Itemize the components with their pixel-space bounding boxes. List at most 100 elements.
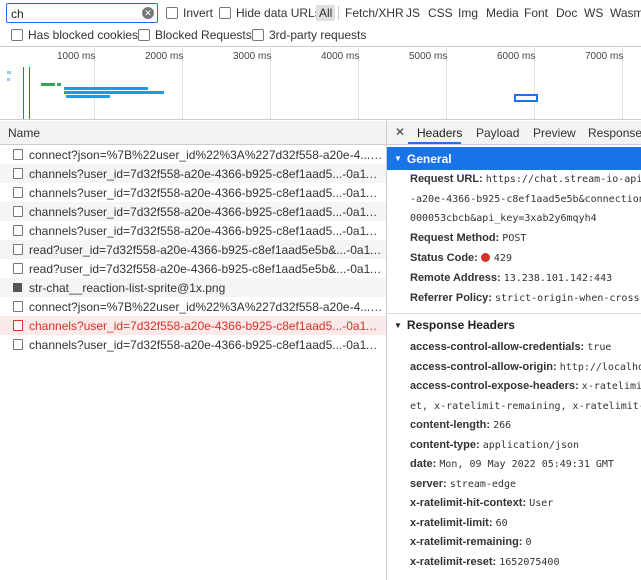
type-filter-wasm[interactable]: Wasm (607, 5, 641, 21)
filter-search-box[interactable]: ✕ (6, 3, 158, 23)
overview-bar (7, 78, 10, 81)
hide-data-urls-label: Hide data URLs (236, 6, 321, 20)
request-name: connect?json=%7B%22user_id%22%3A%227d32f… (29, 147, 383, 162)
request-row[interactable]: read?user_id=7d32f558-a20e-4366-b925-c8e… (0, 259, 386, 278)
third-party-requests-checkbox[interactable]: 3rd-party requests (252, 28, 366, 42)
blocked-requests-checkbox-box[interactable] (138, 29, 150, 41)
tick-label: 5000 ms (409, 51, 448, 62)
request-name: channels?user_id=7d32f558-a20e-4366-b925… (29, 223, 383, 238)
type-filter-js[interactable]: JS (403, 5, 423, 21)
error-status-icon (480, 253, 490, 262)
hide-data-urls-checkbox[interactable]: Hide data URLs (219, 6, 321, 20)
response-header-row: x-ratelimit-reset: 1652075400 (410, 556, 559, 568)
request-name: channels?user_id=7d32f558-a20e-4366-b925… (29, 204, 383, 219)
type-filter-doc[interactable]: Doc (553, 5, 580, 21)
request-row[interactable]: channels?user_id=7d32f558-a20e-4366-b925… (0, 316, 386, 335)
status-code-row: Status Code: 429 (410, 252, 512, 264)
request-name: channels?user_id=7d32f558-a20e-4366-b925… (29, 337, 383, 352)
request-row[interactable]: channels?user_id=7d32f558-a20e-4366-b925… (0, 335, 386, 354)
request-list-header: Name (0, 121, 386, 145)
tick-label: 3000 ms (233, 51, 272, 62)
request-row[interactable]: channels?user_id=7d32f558-a20e-4366-b925… (0, 183, 386, 202)
response-header-value: 266 (493, 420, 512, 431)
type-filter-ws[interactable]: WS (581, 5, 606, 21)
tab-headers[interactable]: Headers (417, 126, 462, 140)
response-header-value: true (587, 342, 612, 353)
request-row[interactable]: connect?json=%7B%22user_id%22%3A%227d32f… (0, 145, 386, 164)
invert-checkbox[interactable]: Invert (166, 6, 213, 20)
overview-bar (7, 71, 11, 74)
document-file-icon (13, 301, 23, 312)
name-column-header[interactable]: Name (8, 126, 40, 140)
tab-payload[interactable]: Payload (476, 126, 519, 140)
general-section-header[interactable]: ▼ General (387, 147, 641, 170)
invert-checkbox-box[interactable] (166, 7, 178, 19)
request-row[interactable]: channels?user_id=7d32f558-a20e-4366-b925… (0, 202, 386, 221)
document-file-icon (13, 149, 23, 160)
type-filter-all[interactable]: All (316, 5, 336, 21)
response-header-key: content-length: (410, 419, 491, 431)
has-blocked-cookies-checkbox[interactable]: Has blocked cookies (11, 28, 138, 42)
response-header-row: content-type: application/json (410, 439, 579, 451)
response-header-row: access-control-allow-origin: http://loca… (410, 361, 641, 373)
dom-content-loaded-marker (23, 67, 24, 119)
hide-data-urls-checkbox-box[interactable] (219, 7, 231, 19)
image-file-icon (13, 283, 22, 292)
overview-bar (66, 91, 164, 94)
response-header-value: http://localho (559, 361, 641, 373)
response-header-row: x-ratelimit-limit: 60 (410, 517, 508, 529)
filter-input[interactable] (11, 6, 139, 21)
response-header-key: x-ratelimit-limit: (410, 516, 493, 529)
referrer-policy-key: Referrer Policy: (410, 292, 492, 304)
response-header-value: application/json (482, 439, 580, 451)
response-header-row: x-ratelimit-remaining: 0 (410, 536, 532, 548)
tab-response[interactable]: Response (588, 126, 641, 140)
devtools-network-panel: ✕ Invert Hide data URLs All Fetch/XHR JS… (0, 0, 641, 580)
close-icon[interactable]: ✕ (395, 125, 405, 139)
type-filter-img[interactable]: Img (455, 5, 481, 21)
request-list: connect?json=%7B%22user_id%22%3A%227d32f… (0, 145, 386, 580)
type-filter-font[interactable]: Font (521, 5, 551, 21)
request-url-key: Request URL: (410, 173, 483, 185)
response-header-value: Mon, 09 May 2022 05:49:31 GMT (439, 459, 614, 470)
type-filter-media[interactable]: Media (483, 5, 522, 21)
request-name: read?user_id=7d32f558-a20e-4366-b925-c8e… (29, 261, 383, 276)
response-header-key: content-type: (410, 438, 480, 451)
filter-toolbar: ✕ Invert Hide data URLs All Fetch/XHR JS… (0, 0, 641, 26)
filter-toolbar-secondary: Has blocked cookies Blocked Requests 3rd… (0, 26, 641, 46)
request-method-row: Request Method: POST (410, 232, 526, 244)
request-url-value-line3: 000053cbcb&api_key=3xab2y6mqyh4 (410, 213, 597, 224)
tab-preview[interactable]: Preview (533, 126, 576, 140)
active-tab-indicator (408, 142, 461, 144)
request-url-row-cont: -a20e-4366-b925-c8ef1aad5e5b&connection (410, 193, 641, 205)
type-filter-css[interactable]: CSS (425, 5, 456, 21)
response-header-value: User (529, 498, 554, 509)
third-party-requests-checkbox-box[interactable] (252, 29, 264, 41)
clear-filter-icon[interactable]: ✕ (142, 7, 154, 19)
tick-label: 4000 ms (321, 51, 360, 62)
document-file-icon (13, 206, 23, 217)
request-row[interactable]: connect?json=%7B%22user_id%22%3A%227d32f… (0, 297, 386, 316)
response-headers-title: Response Headers (406, 318, 515, 332)
invert-label: Invert (183, 6, 214, 20)
response-header-row: access-control-expose-headers: x-ratelim… (410, 380, 641, 392)
blocked-requests-label: Blocked Requests (155, 28, 252, 42)
tick-label: 2000 ms (145, 51, 184, 62)
response-header-key: x-ratelimit-reset: (410, 555, 497, 568)
document-file-icon (13, 168, 23, 179)
request-name: read?user_id=7d32f558-a20e-4366-b925-c8e… (29, 242, 383, 257)
request-name: channels?user_id=7d32f558-a20e-4366-b925… (29, 185, 383, 200)
general-section-title: General (406, 151, 452, 166)
response-headers-section-header[interactable]: ▼ Response Headers (387, 313, 641, 336)
response-header-value: et, x-ratelimit-remaining, x-ratelimit- (410, 400, 641, 412)
blocked-requests-checkbox[interactable]: Blocked Requests (138, 28, 252, 42)
type-filter-fetch-xhr[interactable]: Fetch/XHR (342, 5, 407, 21)
document-file-icon (13, 320, 23, 331)
request-row[interactable]: channels?user_id=7d32f558-a20e-4366-b925… (0, 221, 386, 240)
network-overview-timeline[interactable]: 1000 ms 2000 ms 3000 ms 4000 ms 5000 ms … (0, 46, 641, 120)
request-row[interactable]: read?user_id=7d32f558-a20e-4366-b925-c8e… (0, 240, 386, 259)
request-row[interactable]: channels?user_id=7d32f558-a20e-4366-b925… (0, 164, 386, 183)
document-file-icon (13, 187, 23, 198)
has-blocked-cookies-checkbox-box[interactable] (11, 29, 23, 41)
request-row[interactable]: str-chat__reaction-list-sprite@1x.png (0, 278, 386, 297)
